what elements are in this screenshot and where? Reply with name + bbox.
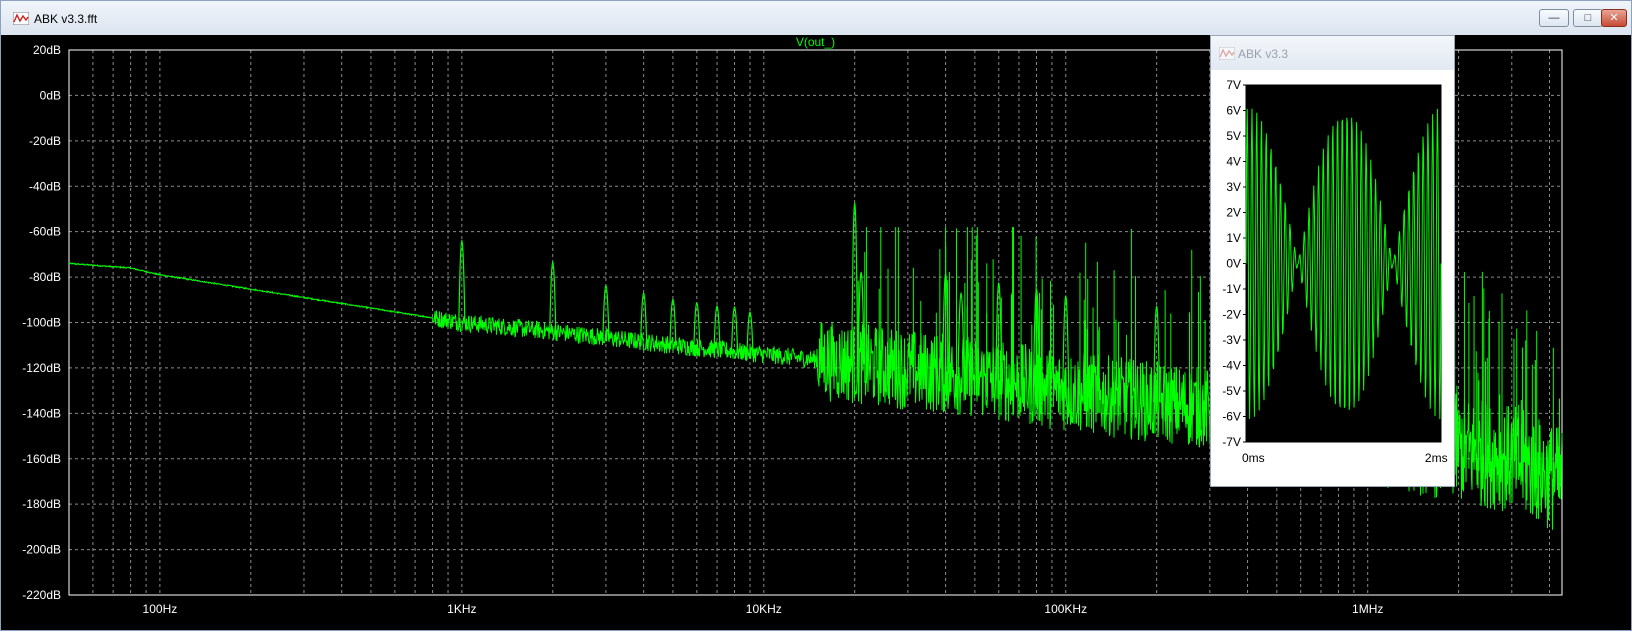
y-tick-label: -5V bbox=[1222, 384, 1241, 398]
y-tick-label: -80dB bbox=[29, 270, 61, 284]
window-title: ABK v3.3.fft bbox=[34, 12, 98, 26]
minimize-button[interactable]: — bbox=[1539, 9, 1569, 27]
y-tick-label: -7V bbox=[1222, 435, 1241, 449]
fft-peak bbox=[957, 292, 965, 376]
y-tick-label: 6V bbox=[1226, 104, 1241, 118]
waveform-app-icon bbox=[1219, 47, 1235, 60]
y-tick-label: 7V bbox=[1226, 78, 1241, 92]
inset-window-title: ABK v3.3 bbox=[1238, 47, 1289, 61]
y-tick-label: 20dB bbox=[33, 43, 61, 57]
y-tick-label: 5V bbox=[1226, 129, 1241, 143]
y-tick-label: -1V bbox=[1222, 282, 1241, 296]
y-tick-label: -220dB bbox=[22, 588, 61, 602]
x-tick-label: 2ms bbox=[1425, 451, 1448, 465]
y-tick-label: -3V bbox=[1222, 333, 1241, 347]
y-tick-label: -2V bbox=[1222, 308, 1241, 322]
waveform-window: ABK v3.3.fft V(out_) 20dB 0dB -20dB -40dB -60… bbox=[0, 0, 1632, 631]
x-tick-label: 10KHz bbox=[746, 602, 782, 616]
y-tick-label: 4V bbox=[1226, 155, 1241, 169]
y-tick-label: 3V bbox=[1226, 180, 1241, 194]
chart-title: V(out_) bbox=[796, 35, 835, 49]
inset-title-bar[interactable]: ABK v3.3 bbox=[1211, 36, 1454, 70]
x-tick-label: 100KHz bbox=[1044, 602, 1087, 616]
y-tick-label: -60dB bbox=[29, 225, 61, 239]
y-tick-label: -160dB bbox=[22, 452, 61, 466]
maximize-button[interactable]: □ bbox=[1573, 9, 1603, 27]
y-tick-label: -140dB bbox=[22, 406, 61, 420]
y-tick-label: 0V bbox=[1226, 257, 1241, 271]
y-tick-label: 1V bbox=[1226, 231, 1241, 245]
x-tick-label: 0ms bbox=[1242, 451, 1265, 465]
y-tick-label: -200dB bbox=[22, 543, 61, 557]
y-tick-label: -120dB bbox=[22, 361, 61, 375]
y-tick-label: 0dB bbox=[40, 88, 61, 102]
title-bar[interactable]: ABK v3.3.fft bbox=[1, 1, 1631, 35]
y-tick-label: -100dB bbox=[22, 316, 61, 330]
y-tick-label: -40dB bbox=[29, 179, 61, 193]
plot-pane[interactable]: V(out_) 20dB 0dB -20dB -40dB -60dB -80dB -100dB… bbox=[1, 35, 1631, 630]
x-tick-label: 1MHz bbox=[1352, 602, 1383, 616]
y-tick-label: 2V bbox=[1226, 206, 1241, 220]
waveform-app-icon bbox=[13, 12, 29, 25]
y-tick-label: -6V bbox=[1222, 410, 1241, 424]
transient-window[interactable]: ABK v3.3 7V 6V 5V 4V 3V 2V 1V 0V -1V -2V -3V -4V -5V… bbox=[1210, 35, 1455, 487]
y-tick-label: -180dB bbox=[22, 497, 61, 511]
y-tick-label: -20dB bbox=[29, 134, 61, 148]
x-tick-label: 100Hz bbox=[143, 602, 178, 616]
x-tick-label: 1KHz bbox=[447, 602, 476, 616]
transient-chart[interactable]: 7V 6V 5V 4V 3V 2V 1V 0V -1V -2V -3V -4V -5V -6V -7V0ms… bbox=[1211, 70, 1454, 486]
y-tick-label: -4V bbox=[1222, 359, 1241, 373]
close-button[interactable]: ✕ bbox=[1601, 9, 1627, 27]
